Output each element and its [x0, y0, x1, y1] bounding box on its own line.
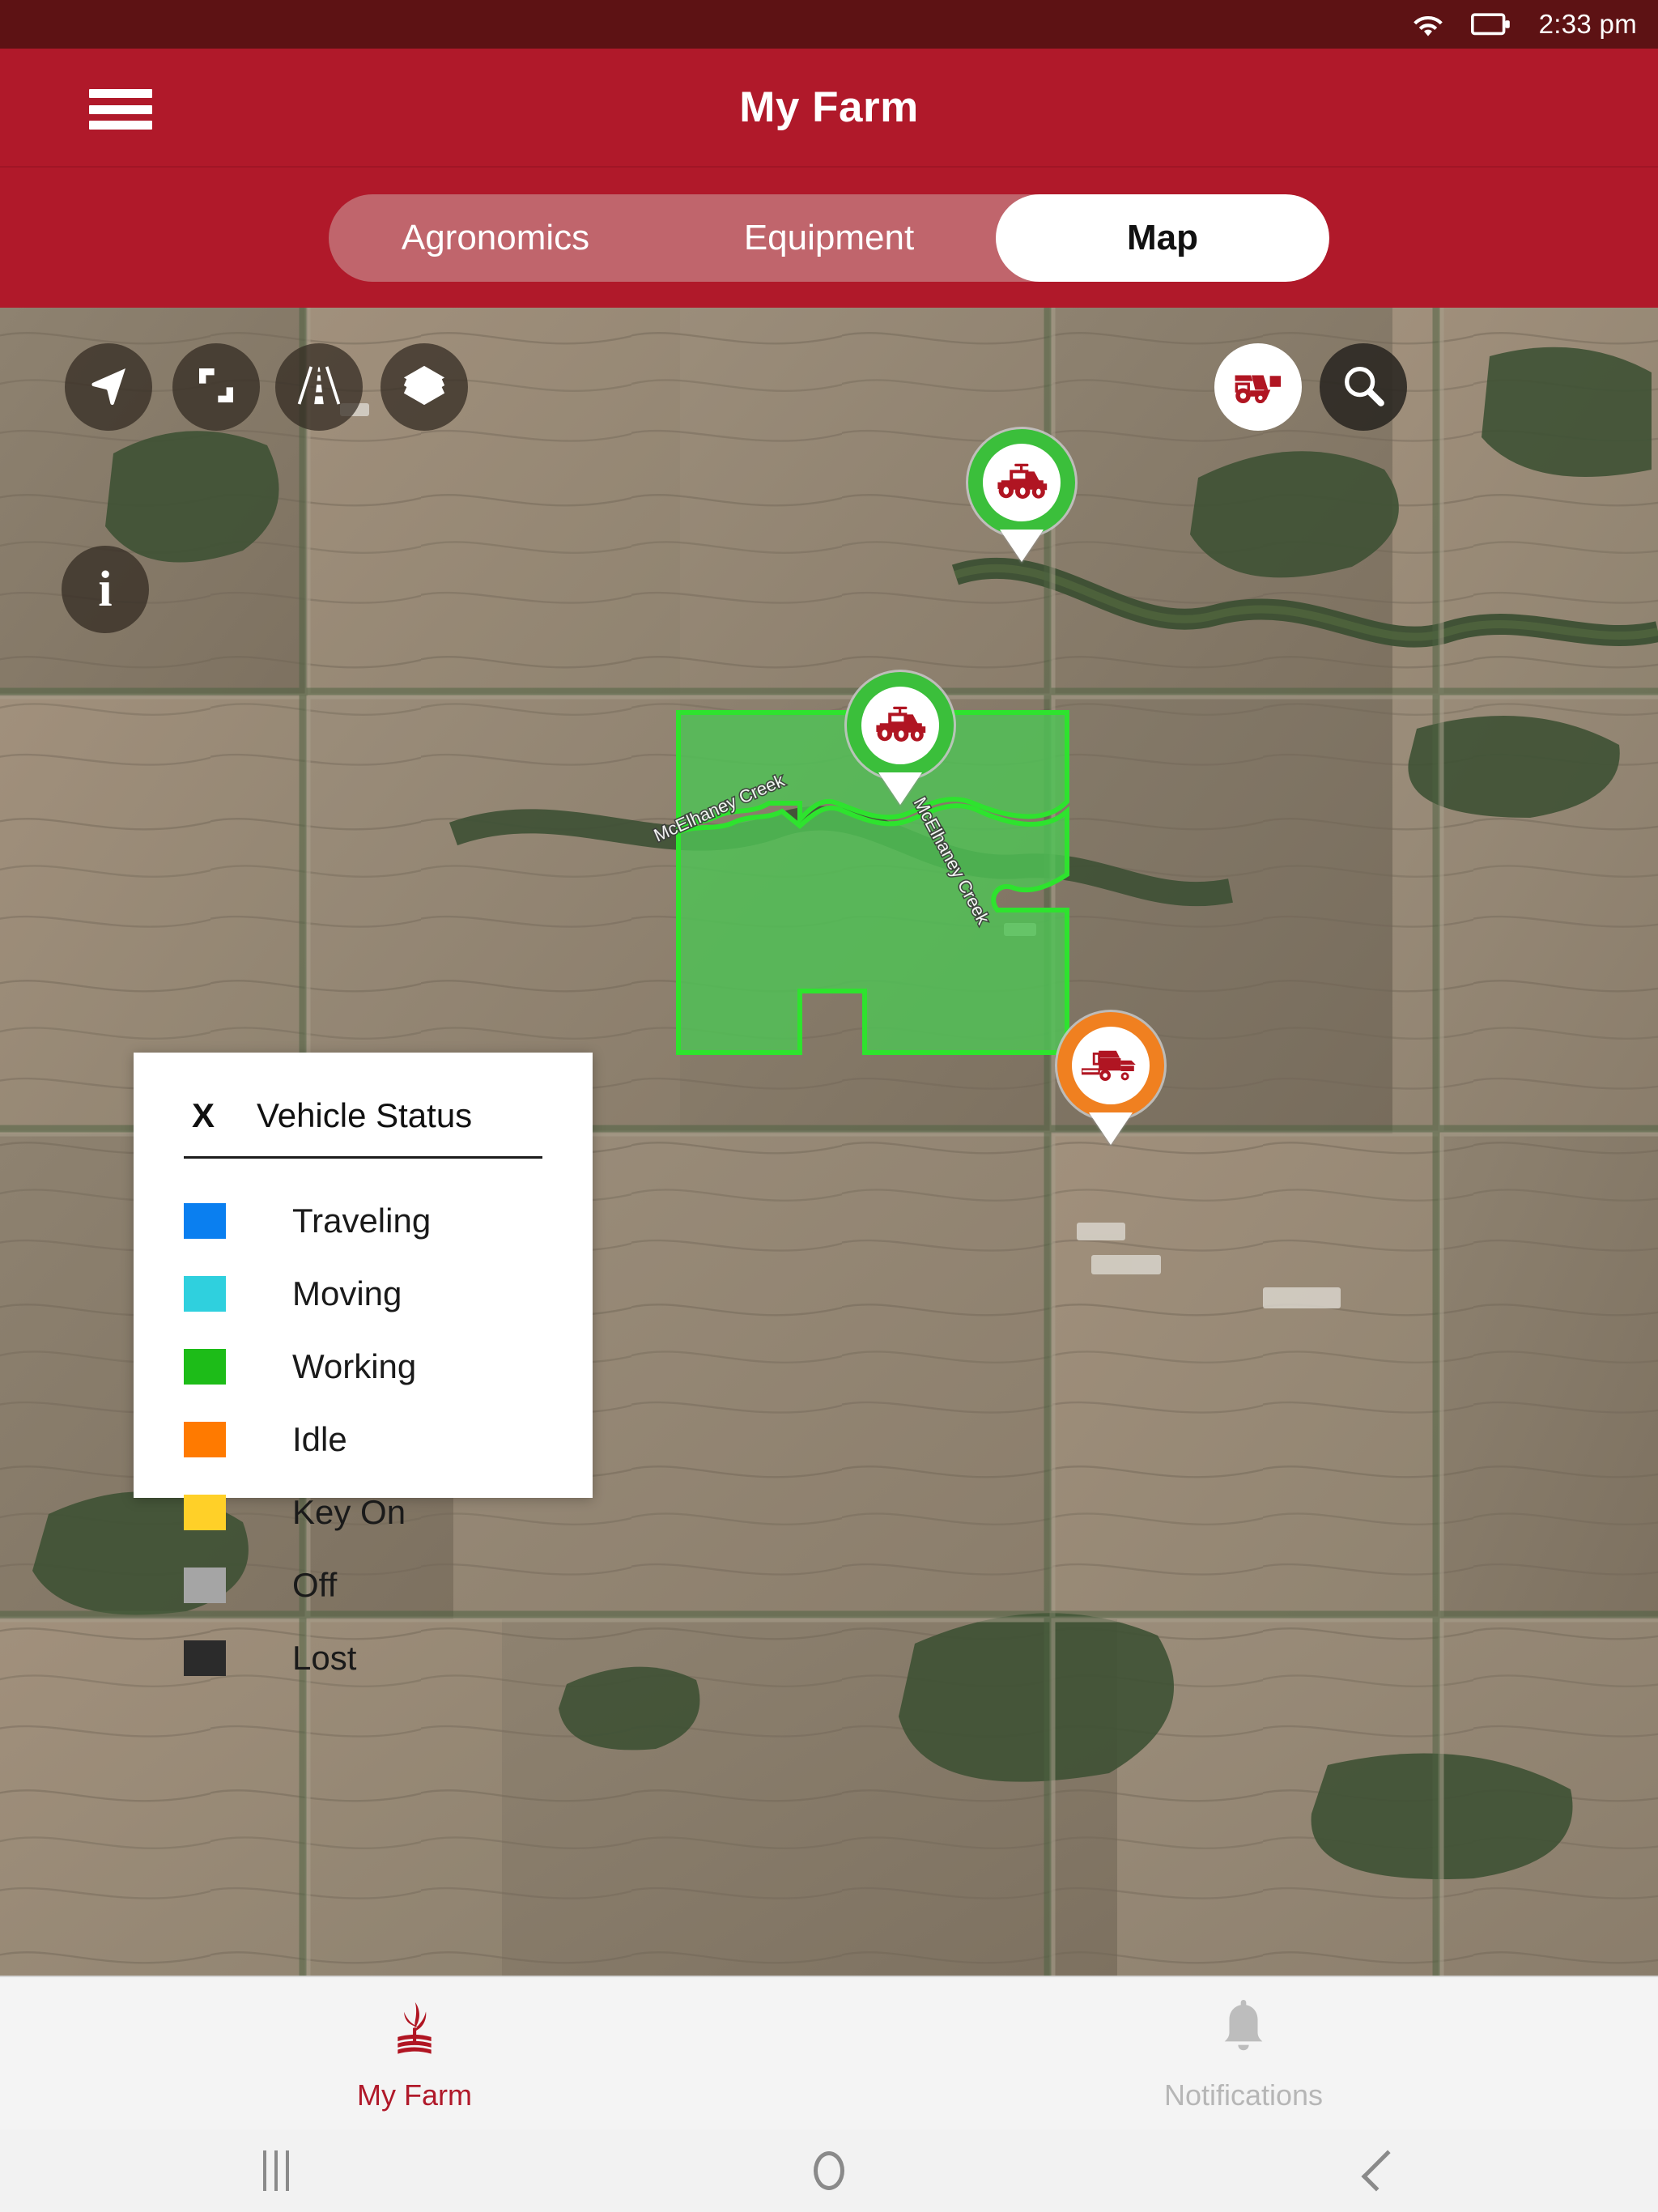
status-bar-time: 2:33 pm [1538, 9, 1637, 39]
tractor-icon [876, 706, 926, 742]
legend-item-list: Traveling Moving Working Idle Key On Off [134, 1159, 593, 1695]
page-title: My Farm [739, 83, 919, 131]
vehicle-filter-button[interactable] [1214, 343, 1302, 431]
legend-label: Off [292, 1566, 338, 1604]
tab-pill: Agronomics Equipment Map [329, 194, 1329, 282]
marker-tail [878, 772, 922, 805]
marker-status-ring [968, 429, 1075, 536]
bottom-navigation: My Farm Notifications [0, 1976, 1658, 2129]
status-bar: 2:33 pm [0, 0, 1658, 49]
hamburger-menu-icon[interactable] [89, 89, 152, 130]
app-header: My Farm [0, 49, 1658, 166]
legend-swatch [184, 1422, 226, 1457]
tab-map[interactable]: Map [996, 194, 1329, 282]
vehicle-marker-tractor-working-2[interactable] [847, 672, 954, 805]
legend-title: Vehicle Status [257, 1096, 473, 1134]
legend-item-traveling: Traveling [184, 1185, 593, 1257]
legend-close-button[interactable]: X [192, 1099, 215, 1133]
map-view[interactable]: McElhaney Creek McElhaney Creek i X Vehi… [0, 308, 1658, 1976]
marker-status-ring [847, 672, 954, 779]
home-icon[interactable] [553, 2129, 1106, 2212]
map-layers-button[interactable] [380, 343, 468, 431]
vehicle-marker-combine-idle[interactable] [1057, 1012, 1164, 1145]
legend-label: Key On [292, 1493, 406, 1531]
sprout-field-icon [383, 1994, 446, 2061]
legend-item-moving: Moving [184, 1257, 593, 1330]
legend-swatch [184, 1568, 226, 1603]
wifi-icon [1409, 10, 1447, 39]
fit-bounds-button[interactable] [172, 343, 260, 431]
legend-label: Lost [292, 1639, 357, 1677]
marker-status-ring [1057, 1012, 1164, 1119]
layers-icon [401, 362, 448, 413]
vehicle-status-legend: X Vehicle Status Traveling Moving Workin… [134, 1053, 593, 1677]
android-navigation-bar [0, 2129, 1658, 2212]
tab-bar: Agronomics Equipment Map [0, 166, 1658, 308]
bottom-nav-label: Notifications [1163, 2078, 1324, 2112]
legend-item-key-on: Key On [184, 1476, 593, 1549]
legend-label: Moving [292, 1274, 402, 1312]
guidance-lines-icon [295, 363, 343, 412]
legend-item-lost: Lost [184, 1622, 593, 1695]
search-icon [1340, 362, 1387, 413]
map-search-button[interactable] [1320, 343, 1407, 431]
info-icon: i [98, 562, 113, 617]
tab-equipment[interactable]: Equipment [662, 194, 996, 282]
legend-swatch [184, 1495, 226, 1530]
tractor-icon [1232, 364, 1284, 410]
marker-tail [1000, 530, 1044, 562]
bottom-nav-label: My Farm [357, 2078, 472, 2112]
marker-inner [983, 444, 1061, 521]
bottom-nav-item-my-farm[interactable]: My Farm [0, 1976, 829, 2130]
legend-label: Idle [292, 1420, 347, 1458]
tractor-icon [997, 463, 1048, 499]
marker-inner [861, 687, 939, 764]
legend-swatch [184, 1276, 226, 1312]
map-info-button[interactable]: i [62, 546, 149, 633]
vehicle-marker-tractor-working-1[interactable] [968, 429, 1075, 562]
legend-header: X Vehicle Status [134, 1053, 593, 1135]
legend-swatch [184, 1640, 226, 1676]
fit-bounds-icon [193, 363, 239, 412]
legend-item-working: Working [184, 1330, 593, 1403]
legend-item-off: Off [184, 1549, 593, 1622]
legend-label: Working [292, 1347, 417, 1385]
bell-icon [1215, 1994, 1272, 2061]
recents-icon[interactable] [0, 2129, 553, 2212]
battery-icon [1470, 12, 1511, 36]
marker-tail [1089, 1112, 1133, 1145]
legend-swatch [184, 1349, 226, 1385]
legend-label: Traveling [292, 1202, 432, 1240]
bottom-nav-item-notifications[interactable]: Notifications [829, 1976, 1658, 2130]
legend-swatch [184, 1203, 226, 1239]
tab-agronomics[interactable]: Agronomics [329, 194, 662, 282]
back-icon[interactable] [1105, 2129, 1658, 2212]
combine-icon [1082, 1050, 1136, 1081]
navigation-arrow-icon [86, 363, 131, 412]
marker-inner [1072, 1027, 1150, 1104]
legend-item-idle: Idle [184, 1403, 593, 1476]
guidance-lines-button[interactable] [275, 343, 363, 431]
locate-me-button[interactable] [65, 343, 152, 431]
